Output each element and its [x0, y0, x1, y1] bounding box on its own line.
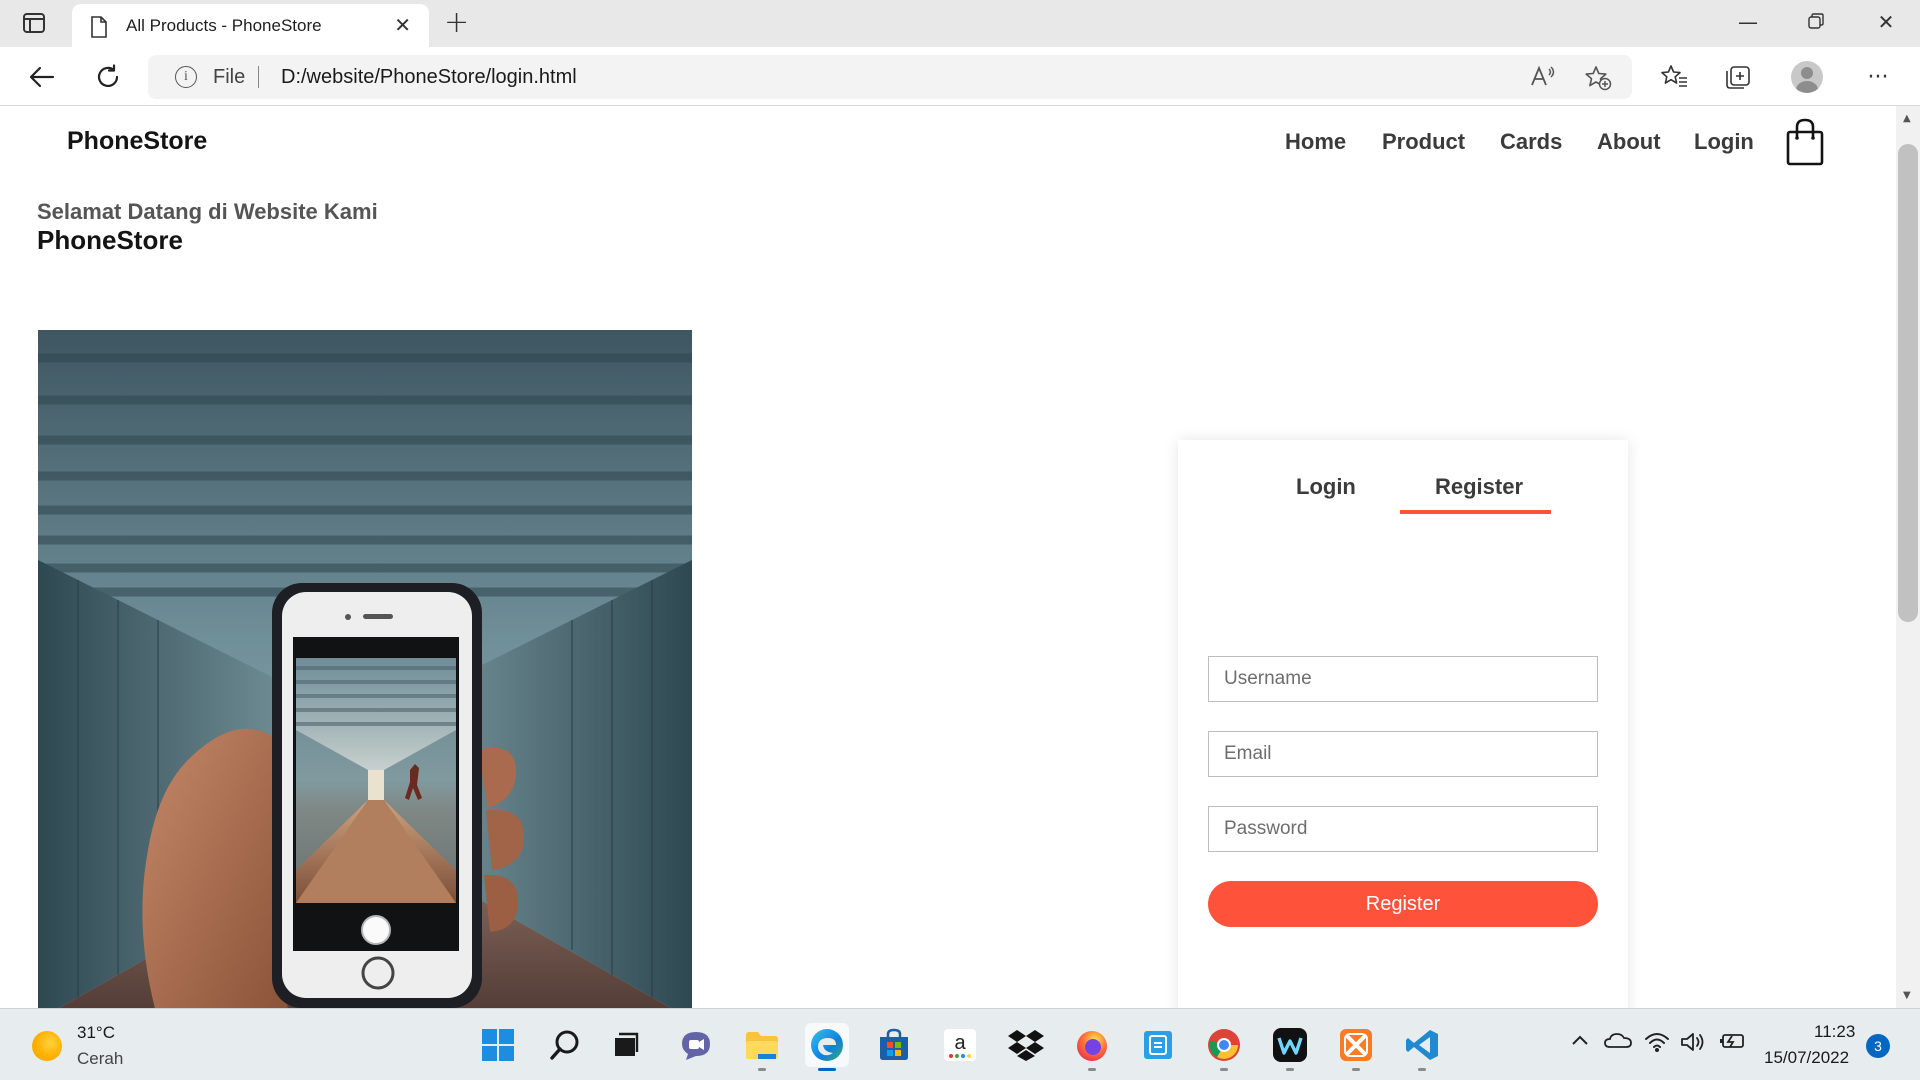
nav-cards[interactable]: Cards [1500, 129, 1562, 155]
new-tab-icon[interactable]: + [444, 8, 469, 38]
xampp-icon[interactable] [1334, 1023, 1378, 1071]
collections-icon[interactable] [1722, 61, 1754, 93]
nav-home[interactable]: Home [1285, 129, 1346, 155]
weather-temperature[interactable]: 31°C [77, 1023, 115, 1043]
firefox-icon[interactable] [1070, 1023, 1114, 1071]
battery-charging-icon[interactable] [1717, 1031, 1745, 1056]
auth-form-card: Login Register Register [1178, 440, 1628, 1008]
read-aloud-icon[interactable] [1530, 65, 1556, 92]
nav-about[interactable]: About [1597, 129, 1661, 155]
clock-time[interactable]: 11:23 [1814, 1022, 1855, 1042]
site-logo[interactable]: PhoneStore [67, 127, 207, 156]
vscode-icon[interactable] [1400, 1023, 1444, 1071]
tab-title: All Products - PhoneStore [126, 16, 322, 35]
email-input[interactable] [1208, 731, 1598, 777]
weather-condition[interactable]: Cerah [77, 1049, 123, 1069]
notification-badge[interactable]: 3 [1866, 1034, 1890, 1058]
show-hidden-icons-icon[interactable] [1570, 1031, 1590, 1052]
scroll-up-icon[interactable]: ▲ [1903, 113, 1911, 124]
register-button[interactable]: Register [1208, 881, 1598, 927]
file-explorer-icon[interactable] [740, 1023, 784, 1071]
refresh-icon[interactable] [92, 61, 124, 93]
shopping-bag-icon[interactable] [1786, 118, 1824, 170]
minimize-icon[interactable]: — [1733, 10, 1763, 34]
address-divider [258, 66, 259, 88]
browser-tab[interactable]: All Products - PhoneStore ✕ [72, 4, 429, 48]
password-input[interactable] [1208, 806, 1598, 852]
start-icon[interactable] [476, 1023, 520, 1067]
app-running-indicator [1220, 1068, 1228, 1071]
profile-avatar[interactable] [1791, 61, 1823, 93]
address-url[interactable]: D:/website/PhoneStore/login.html [281, 66, 577, 89]
teams-chat-icon[interactable] [674, 1023, 718, 1067]
welcome-brand: PhoneStore [37, 225, 183, 255]
svg-text:a: a [954, 1032, 966, 1054]
nav-product[interactable]: Product [1382, 129, 1465, 155]
hero-image [38, 330, 692, 1008]
wifi-icon[interactable] [1644, 1031, 1670, 1058]
amazon-icon[interactable]: a [938, 1023, 982, 1067]
close-window-icon[interactable]: ✕ [1871, 10, 1901, 34]
page-scrollbar[interactable]: ▲ ▼ [1896, 106, 1920, 1008]
apple-devices-icon[interactable] [1136, 1023, 1180, 1067]
username-input[interactable] [1208, 656, 1598, 702]
app-running-indicator [1418, 1068, 1426, 1071]
address-bar[interactable]: i File D:/website/PhoneStore/login.html [148, 55, 1632, 99]
clock-date[interactable]: 15/07/2022 [1764, 1048, 1849, 1068]
scroll-down-icon[interactable]: ▼ [1903, 990, 1911, 1001]
chrome-icon[interactable] [1202, 1023, 1246, 1071]
app-running-indicator [1352, 1068, 1360, 1071]
browser-tab-strip: All Products - PhoneStore ✕ + — ✕ [0, 0, 1920, 48]
tab-login[interactable]: Login [1296, 474, 1356, 500]
dropbox-icon[interactable] [1004, 1023, 1048, 1067]
address-scheme: File [213, 66, 246, 88]
site-info-icon[interactable]: i [175, 66, 197, 88]
webex-icon[interactable] [1268, 1023, 1312, 1071]
weather-sun-icon[interactable] [32, 1031, 62, 1061]
tab-register[interactable]: Register [1435, 474, 1523, 500]
nav-login[interactable]: Login [1694, 129, 1754, 155]
edge-icon[interactable] [805, 1023, 849, 1071]
favorites-icon[interactable] [1658, 61, 1690, 93]
scroll-thumb[interactable] [1898, 144, 1918, 622]
app-running-indicator [758, 1068, 766, 1071]
task-view-icon[interactable] [604, 1023, 648, 1067]
restore-icon[interactable] [1801, 10, 1831, 34]
onedrive-icon[interactable] [1604, 1031, 1632, 1054]
search-icon[interactable] [543, 1023, 587, 1067]
page-viewport: PhoneStore Home Product Cards About Logi… [0, 106, 1896, 1008]
more-options-icon[interactable]: ··· [1862, 61, 1894, 93]
app-running-indicator [818, 1068, 836, 1071]
page-icon [90, 16, 108, 42]
app-running-indicator [1286, 1068, 1294, 1071]
microsoft-store-icon[interactable] [872, 1023, 916, 1067]
welcome-text: Selamat Datang di Website Kami [37, 199, 378, 224]
close-tab-icon[interactable]: ✕ [394, 15, 411, 35]
add-favorite-icon[interactable] [1584, 65, 1612, 96]
active-tab-indicator [1400, 510, 1551, 514]
taskbar: 31°C Cerah a 11:23 15/07/2022 3 [0, 1008, 1920, 1080]
browser-toolbar: i File D:/website/PhoneStore/login.html … [0, 47, 1920, 106]
tab-actions-icon[interactable] [21, 12, 47, 34]
app-running-indicator [1088, 1068, 1096, 1071]
back-icon[interactable] [26, 61, 58, 93]
volume-icon[interactable] [1680, 1031, 1706, 1058]
